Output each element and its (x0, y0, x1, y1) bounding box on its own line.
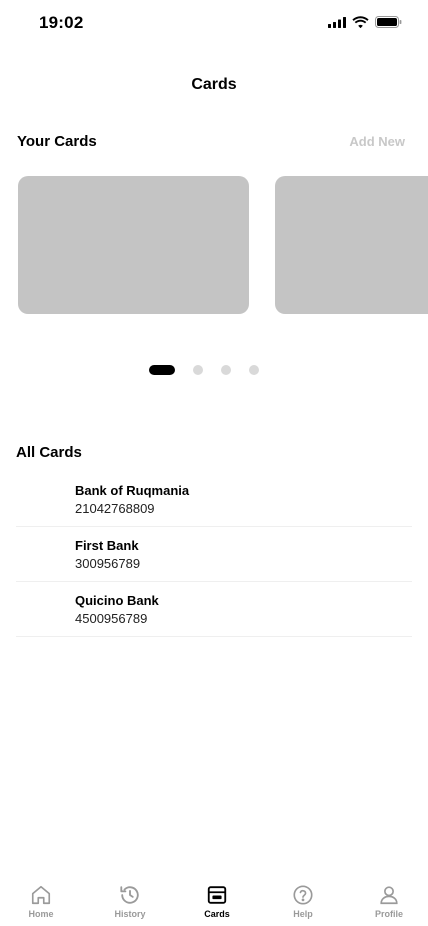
card-placeholder[interactable] (18, 176, 249, 314)
page-title: Cards (191, 76, 237, 93)
status-icons (328, 16, 402, 28)
profile-icon (380, 886, 398, 905)
home-icon (31, 885, 51, 905)
wifi-icon (352, 16, 369, 28)
bank-name: First Bank (75, 538, 139, 553)
pager-dot-active[interactable] (149, 365, 175, 375)
list-item[interactable]: First Bank 300956789 (16, 527, 412, 582)
bank-name: Bank of Ruqmania (75, 483, 190, 498)
pager-dot[interactable] (221, 365, 231, 375)
tab-label: History (114, 909, 146, 919)
history-icon (120, 886, 139, 904)
bank-name: Quicino Bank (75, 593, 159, 608)
pager-dot[interactable] (193, 365, 203, 375)
cards-carousel[interactable] (0, 176, 428, 314)
list-item[interactable]: Bank of Ruqmania 21042768809 (16, 472, 412, 527)
tab-home[interactable]: Home (11, 876, 71, 919)
pager-dot[interactable] (249, 365, 259, 375)
card-number: 300956789 (75, 556, 141, 571)
your-cards-title: Your Cards (17, 133, 97, 150)
carousel-pager (0, 364, 428, 376)
tab-cards[interactable]: Cards (187, 876, 247, 919)
tab-label: Profile (374, 909, 403, 919)
all-cards-title: All Cards (16, 444, 82, 461)
tab-profile[interactable]: Profile (359, 876, 419, 919)
battery-icon (375, 16, 402, 28)
help-icon (293, 885, 313, 905)
status-time: 19:02 (39, 13, 84, 32)
status-bar: 19:02 (0, 0, 428, 48)
signal-icon (328, 16, 346, 28)
add-new-button[interactable]: Add New (349, 134, 405, 149)
tab-label: Home (28, 909, 54, 919)
wallet-icon (207, 886, 227, 904)
card-list: Bank of Ruqmania 21042768809 First Bank … (16, 472, 412, 637)
tab-history[interactable]: History (100, 876, 160, 919)
tab-label: Cards (204, 909, 230, 919)
tab-help[interactable]: Help (273, 876, 333, 919)
list-item[interactable]: Quicino Bank 4500956789 (16, 582, 412, 637)
card-placeholder[interactable] (275, 176, 428, 314)
tab-bar: Home History Cards Help Profile (0, 876, 428, 926)
tab-label: Help (293, 909, 313, 919)
card-number: 21042768809 (75, 501, 155, 516)
card-number: 4500956789 (75, 611, 148, 626)
